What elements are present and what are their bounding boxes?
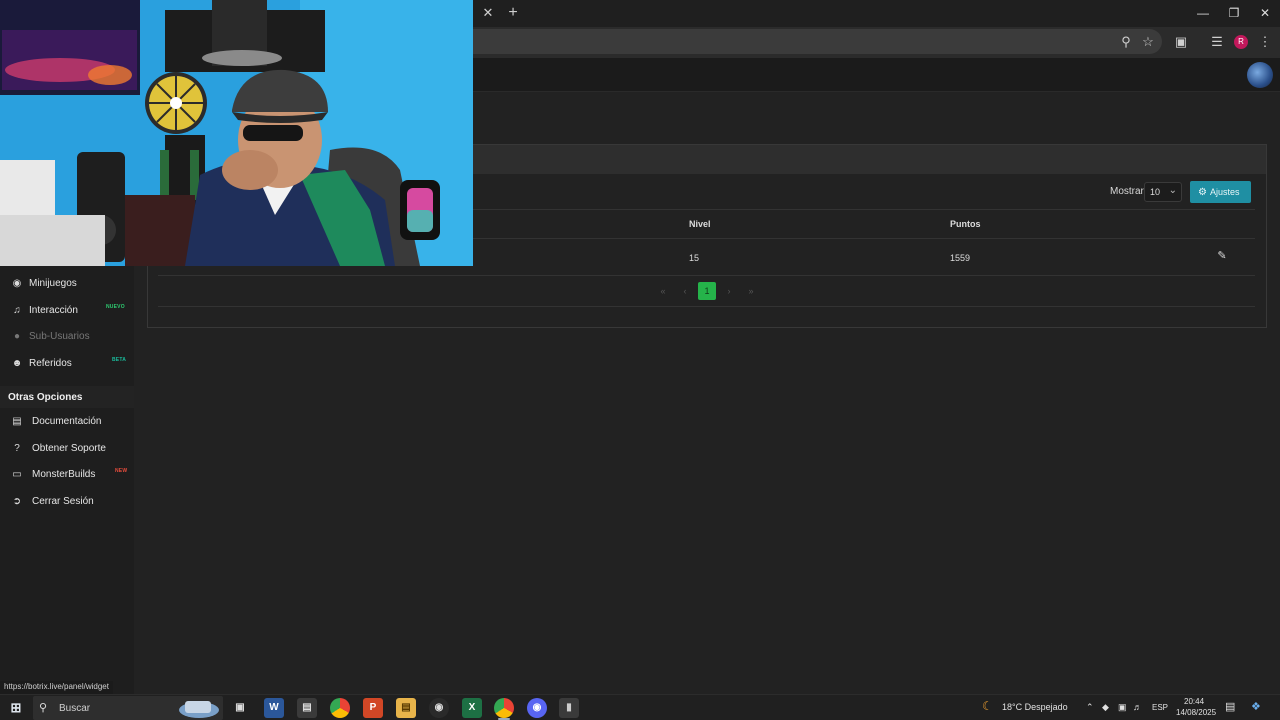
page-1-button[interactable]: 1 xyxy=(698,282,716,300)
weather-icon: ☾ xyxy=(982,699,993,713)
help-icon: ? xyxy=(14,443,20,454)
sidebar-item-soporte[interactable]: ? Obtener Soporte xyxy=(0,437,134,461)
network-icon[interactable]: ▣ xyxy=(1118,702,1127,713)
word-icon[interactable]: W xyxy=(264,698,284,718)
language-indicator[interactable]: ESP xyxy=(1152,703,1168,712)
obs-icon[interactable]: ◉ xyxy=(429,698,449,718)
search-placeholder: Buscar xyxy=(59,703,91,714)
cell-nivel: 15 xyxy=(689,253,700,263)
beta-badge: BETA xyxy=(112,357,127,363)
powerpoint-icon[interactable]: P xyxy=(363,698,383,718)
zoom-icon[interactable]: ⚲ xyxy=(1117,33,1135,51)
terminal-icon[interactable]: ▮ xyxy=(559,698,579,718)
search-highlight-image xyxy=(179,701,219,718)
bookmark-star-icon[interactable]: ☆ xyxy=(1139,33,1157,51)
weather-text[interactable]: 18°C Despejado xyxy=(1002,702,1068,712)
sidebar-item-label: Minijuegos xyxy=(29,278,77,289)
show-entries-value: 10 xyxy=(1150,187,1161,197)
windows-start-icon[interactable]: ⊞ xyxy=(6,698,26,718)
profile-avatar[interactable]: R xyxy=(1234,35,1248,49)
extensions-icon[interactable]: ▣ xyxy=(1172,33,1190,51)
section-title-label: Otras Opciones xyxy=(8,392,83,403)
sidebar-section-title: Otras Opciones xyxy=(0,386,134,408)
clock-date[interactable]: 14/08/2025 xyxy=(1176,708,1216,717)
sidebar-item-label: Interacción xyxy=(29,305,78,316)
notifications-icon[interactable]: ▤ xyxy=(1225,700,1235,713)
sidebar-item-label: Cerrar Sesión xyxy=(32,496,94,507)
settings-button-label: Ajustes xyxy=(1209,187,1240,197)
task-view-icon[interactable]: ▣ xyxy=(230,698,250,718)
store-icon[interactable]: ▤ xyxy=(297,698,317,718)
microphone-icon[interactable]: ◆ xyxy=(1102,702,1109,713)
referrals-icon: ☻ xyxy=(11,358,23,369)
gamepad-icon: ◉ xyxy=(12,278,22,289)
webcam-feed-image xyxy=(0,0,473,266)
copilot-icon[interactable]: ❖ xyxy=(1251,700,1261,713)
search-icon: ⚲ xyxy=(39,702,48,714)
tray-expand-icon[interactable]: ⌃ xyxy=(1086,702,1094,713)
volume-icon[interactable]: ♬ xyxy=(1133,702,1142,712)
new-badge: NEW xyxy=(115,468,128,474)
chrome-icon[interactable] xyxy=(330,698,350,718)
restore-window-button[interactable]: ❐ xyxy=(1223,4,1245,22)
book-icon: ▤ xyxy=(12,416,22,427)
logout-icon: ➲ xyxy=(12,496,22,507)
first-page-button[interactable]: « xyxy=(654,282,672,300)
sidebar-item-label: MonsterBuilds xyxy=(32,469,96,480)
settings-button[interactable]: ⚙ Ajustes xyxy=(1190,181,1251,203)
new-tab-button[interactable]: + xyxy=(504,4,522,22)
chrome-profile-icon[interactable] xyxy=(494,698,514,718)
music-icon: ♫ xyxy=(13,305,21,316)
sidebar-item-minijuegos[interactable]: ◉ Minijuegos xyxy=(0,272,134,296)
close-tab-button[interactable]: ✕ xyxy=(480,5,496,21)
webcam-overlay xyxy=(0,0,473,266)
sidebar-item-referidos[interactable]: ☻ Referidos BETA xyxy=(0,352,134,376)
sidebar-item-label: Referidos xyxy=(29,358,72,369)
minimize-window-button[interactable]: — xyxy=(1192,4,1214,22)
new-badge: NUEVO xyxy=(106,304,125,310)
user-avatar[interactable] xyxy=(1247,62,1273,88)
sidebar-item-sub-usuarios[interactable]: ● Sub-Usuarios xyxy=(0,325,134,349)
edit-pencil-icon[interactable]: ✎ xyxy=(1215,249,1229,263)
file-explorer-icon[interactable]: ▤ xyxy=(396,698,416,718)
sidebar-item-label: Sub-Usuarios xyxy=(29,331,90,342)
sidebar-item-cerrar-sesion[interactable]: ➲ Cerrar Sesión xyxy=(0,490,134,514)
taskbar-search[interactable]: ⚲ Buscar xyxy=(33,696,223,720)
chevron-down-icon: ⌄ xyxy=(1168,185,1177,196)
show-entries-select[interactable]: 10 ⌄ xyxy=(1144,182,1182,202)
table-divider xyxy=(158,306,1255,307)
column-header-puntos[interactable]: Puntos xyxy=(950,219,981,229)
discord-icon[interactable]: ◉ xyxy=(527,698,547,718)
media-control-icon[interactable]: ☰ xyxy=(1208,33,1226,51)
clock-time[interactable]: 20:44 xyxy=(1184,697,1204,706)
show-entries-label: Mostrar: xyxy=(1110,186,1147,197)
laptop-icon: ▭ xyxy=(12,469,22,480)
status-url-tooltip: https://botrix.live/panel/widget xyxy=(0,681,113,694)
last-page-button[interactable]: » xyxy=(742,282,760,300)
excel-icon[interactable]: X xyxy=(462,698,482,718)
sidebar-item-label: Obtener Soporte xyxy=(32,443,106,454)
sidebar-item-interaccion[interactable]: ♫ Interacción NUEVO xyxy=(0,299,134,323)
next-page-button[interactable]: › xyxy=(720,282,738,300)
sidebar-item-monsterbuilds[interactable]: ▭ MonsterBuilds NEW xyxy=(0,463,134,487)
sidebar-item-label: Documentación xyxy=(32,416,102,427)
close-window-button[interactable]: ✕ xyxy=(1254,4,1276,22)
gears-icon: ⚙ xyxy=(1198,187,1207,198)
sidebar-item-documentacion[interactable]: ▤ Documentación xyxy=(0,410,134,434)
prev-page-button[interactable]: ‹ xyxy=(676,282,694,300)
taskbar: ⊞ ⚲ Buscar ▣ W ▤ P ▤ ◉ X ◉ ▮ ☾ 18°C Desp… xyxy=(0,694,1280,720)
browser-menu-icon[interactable]: ⋮ xyxy=(1256,33,1274,51)
users-icon: ● xyxy=(13,331,21,342)
table-divider xyxy=(158,275,1255,276)
cell-puntos: 1559 xyxy=(950,253,971,263)
column-header-nivel[interactable]: Nivel xyxy=(689,219,711,229)
